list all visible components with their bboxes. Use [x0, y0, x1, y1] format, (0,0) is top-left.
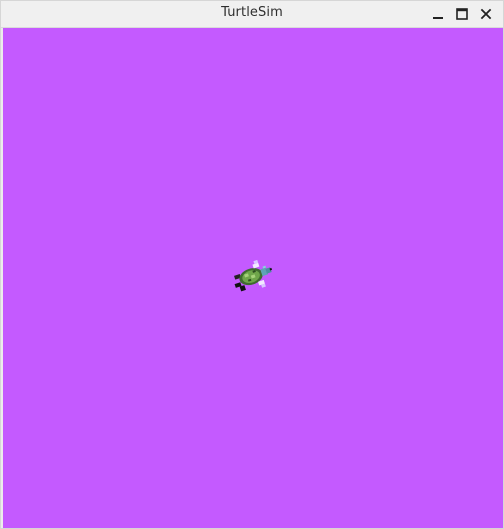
turtlesim-window: TurtleSim [0, 0, 504, 529]
maximize-icon [456, 8, 468, 20]
minimize-icon [433, 17, 443, 19]
turtle-canvas [3, 28, 503, 528]
minimize-button[interactable] [429, 5, 447, 23]
turtle-icon [234, 259, 273, 292]
maximize-button[interactable] [453, 5, 471, 23]
title-bar[interactable]: TurtleSim [1, 1, 503, 28]
window-title: TurtleSim [221, 5, 283, 20]
close-icon [480, 8, 492, 20]
close-button[interactable] [477, 5, 495, 23]
window-controls [429, 5, 495, 23]
